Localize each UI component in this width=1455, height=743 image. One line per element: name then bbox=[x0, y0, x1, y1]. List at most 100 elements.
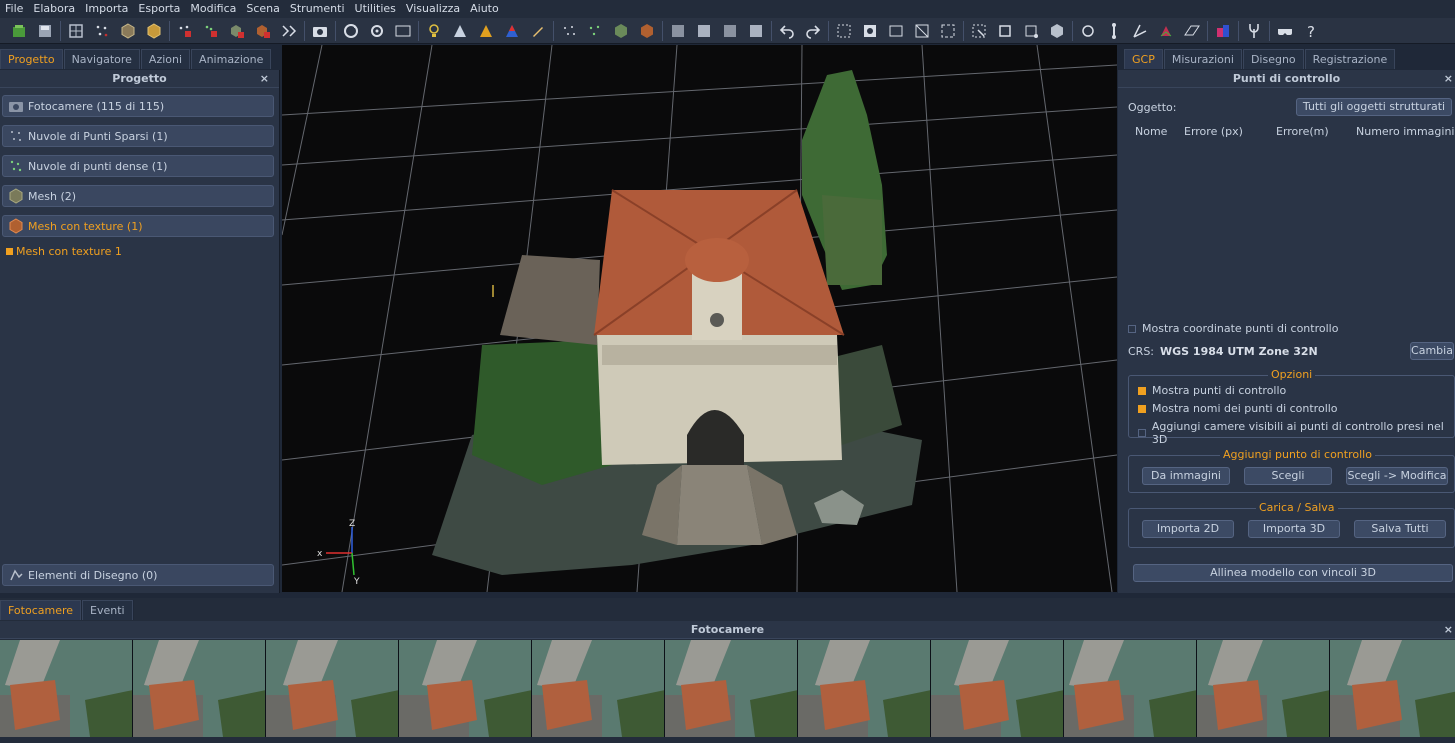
column-numero-immagini[interactable]: Numero immagini bbox=[1356, 125, 1454, 138]
tab-navigatore[interactable]: Navigatore bbox=[63, 49, 140, 69]
menu-aiuto[interactable]: Aiuto bbox=[465, 0, 504, 18]
snapshot-button[interactable] bbox=[307, 20, 333, 42]
tab-eventi[interactable]: Eventi bbox=[82, 600, 133, 620]
tab-disegno[interactable]: Disegno bbox=[1242, 49, 1304, 69]
new-project-button[interactable] bbox=[6, 20, 32, 42]
camera-thumbnail[interactable] bbox=[798, 640, 931, 737]
save-project-button[interactable] bbox=[32, 20, 58, 42]
textured-mesh-item[interactable]: Mesh con texture 1 bbox=[6, 245, 122, 258]
save-all-button[interactable]: Salva Tutti bbox=[1354, 520, 1446, 538]
object-select[interactable]: Tutti gli oggetti strutturati bbox=[1296, 98, 1452, 116]
menu-scena[interactable]: Scena bbox=[241, 0, 285, 18]
menu-importa[interactable]: Importa bbox=[80, 0, 133, 18]
mesh-red-button[interactable] bbox=[224, 20, 250, 42]
shading-button[interactable] bbox=[447, 20, 473, 42]
colors-button[interactable] bbox=[1210, 20, 1236, 42]
column-errore-m[interactable]: Errore(m) bbox=[1276, 125, 1329, 138]
column-nome[interactable]: Nome bbox=[1135, 125, 1167, 138]
measure-button[interactable] bbox=[1075, 20, 1101, 42]
pick-edit-button[interactable]: Scegli -> Modifica bbox=[1346, 467, 1448, 485]
texture-view-button[interactable] bbox=[634, 20, 660, 42]
gcp-button[interactable] bbox=[1153, 20, 1179, 42]
bbox-button[interactable] bbox=[992, 20, 1018, 42]
redo-button[interactable] bbox=[800, 20, 826, 42]
category-cameras[interactable]: Fotocamere (115 di 115) bbox=[2, 95, 274, 117]
solid-button[interactable] bbox=[473, 20, 499, 42]
orbit-button[interactable] bbox=[338, 20, 364, 42]
camera-thumbnail[interactable] bbox=[266, 640, 399, 737]
view-front-button[interactable] bbox=[665, 20, 691, 42]
wireframe-button[interactable] bbox=[499, 20, 525, 42]
plane-button[interactable] bbox=[1179, 20, 1205, 42]
tab-progetto[interactable]: Progetto bbox=[0, 49, 63, 69]
camera-thumbnail[interactable] bbox=[665, 640, 798, 737]
view-left-button[interactable] bbox=[717, 20, 743, 42]
change-crs-button[interactable]: Cambia bbox=[1410, 342, 1454, 360]
mesh-view-button[interactable] bbox=[608, 20, 634, 42]
category-textured-mesh[interactable]: Mesh con texture (1) bbox=[2, 215, 274, 237]
sparse-cloud-button[interactable] bbox=[89, 20, 115, 42]
sparse-red-button[interactable] bbox=[172, 20, 198, 42]
from-images-button[interactable]: Da immagini bbox=[1142, 467, 1230, 485]
mask-button[interactable] bbox=[857, 20, 883, 42]
texture-red-button[interactable] bbox=[250, 20, 276, 42]
tab-fotocamere[interactable]: Fotocamere bbox=[0, 600, 82, 620]
lasso-button[interactable] bbox=[935, 20, 961, 42]
tab-gcp[interactable]: GCP bbox=[1124, 49, 1163, 69]
view-back-button[interactable] bbox=[691, 20, 717, 42]
align-model-button[interactable]: Allinea modello con vincoli 3D bbox=[1133, 564, 1453, 582]
3d-scene[interactable]: Z x Y bbox=[282, 45, 1117, 592]
close-icon[interactable]: × bbox=[260, 70, 269, 88]
category-drawing-elements[interactable]: Elementi di Disegno (0) bbox=[2, 564, 274, 586]
camera-thumbnail[interactable] bbox=[1330, 640, 1455, 737]
3d-viewport[interactable]: Z x Y bbox=[282, 45, 1117, 592]
mesh-button[interactable] bbox=[141, 20, 167, 42]
tab-azioni[interactable]: Azioni bbox=[140, 49, 191, 69]
camera-thumbnail[interactable] bbox=[133, 640, 266, 737]
column-errore-px[interactable]: Errore (px) bbox=[1184, 125, 1243, 138]
crop-button[interactable] bbox=[909, 20, 935, 42]
vr-button[interactable] bbox=[1272, 20, 1298, 42]
show-gcp-names-checkbox[interactable]: Mostra nomi dei punti di controllo bbox=[1138, 402, 1338, 415]
camera-thumbnail[interactable] bbox=[532, 640, 665, 737]
cube-button[interactable] bbox=[1044, 20, 1070, 42]
select-button[interactable] bbox=[831, 20, 857, 42]
menu-visualizza[interactable]: Visualizza bbox=[401, 0, 465, 18]
pick-button[interactable]: Scegli bbox=[1244, 467, 1332, 485]
help-button[interactable]: ? bbox=[1298, 20, 1324, 42]
image-select-button[interactable] bbox=[883, 20, 909, 42]
menu-modifica[interactable]: Modifica bbox=[185, 0, 241, 18]
lighting-button[interactable] bbox=[421, 20, 447, 42]
select-3d-button[interactable] bbox=[966, 20, 992, 42]
dense-view-button[interactable] bbox=[582, 20, 608, 42]
image-mode-button[interactable] bbox=[390, 20, 416, 42]
angle-button[interactable] bbox=[1127, 20, 1153, 42]
import-2d-button[interactable]: Importa 2D bbox=[1142, 520, 1234, 538]
show-gcp-checkbox[interactable]: Mostra punti di controllo bbox=[1138, 384, 1286, 397]
tab-misurazioni[interactable]: Misurazioni bbox=[1163, 49, 1242, 69]
show-coords-checkbox[interactable]: Mostra coordinate punti di controllo bbox=[1128, 322, 1338, 335]
camera-thumbnail[interactable] bbox=[1064, 640, 1197, 737]
process-all-button[interactable] bbox=[276, 20, 302, 42]
align-cameras-button[interactable] bbox=[63, 20, 89, 42]
dense-cloud-button[interactable] bbox=[115, 20, 141, 42]
close-icon[interactable]: × bbox=[1444, 621, 1453, 639]
menu-elabora[interactable]: Elabora bbox=[28, 0, 80, 18]
camera-thumbnail[interactable] bbox=[0, 640, 133, 737]
menu-utilities[interactable]: Utilities bbox=[350, 0, 401, 18]
tab-animazione[interactable]: Animazione bbox=[191, 49, 272, 69]
view-right-button[interactable] bbox=[743, 20, 769, 42]
points-view-button[interactable] bbox=[556, 20, 582, 42]
close-icon[interactable]: × bbox=[1444, 70, 1453, 88]
dense-red-button[interactable] bbox=[198, 20, 224, 42]
camera-thumbnail[interactable] bbox=[399, 640, 532, 737]
category-mesh[interactable]: Mesh (2) bbox=[2, 185, 274, 207]
import-3d-button[interactable]: Importa 3D bbox=[1248, 520, 1340, 538]
menu-esporta[interactable]: Esporta bbox=[133, 0, 185, 18]
camera-thumbnail[interactable] bbox=[931, 640, 1064, 737]
camera-thumbnail[interactable] bbox=[1197, 640, 1330, 737]
undo-button[interactable] bbox=[774, 20, 800, 42]
tab-registrazione[interactable]: Registrazione bbox=[1304, 49, 1396, 69]
add-visible-cameras-checkbox[interactable]: Aggiungi camere visibili ai punti di con… bbox=[1138, 420, 1455, 446]
tools-button[interactable] bbox=[1241, 20, 1267, 42]
